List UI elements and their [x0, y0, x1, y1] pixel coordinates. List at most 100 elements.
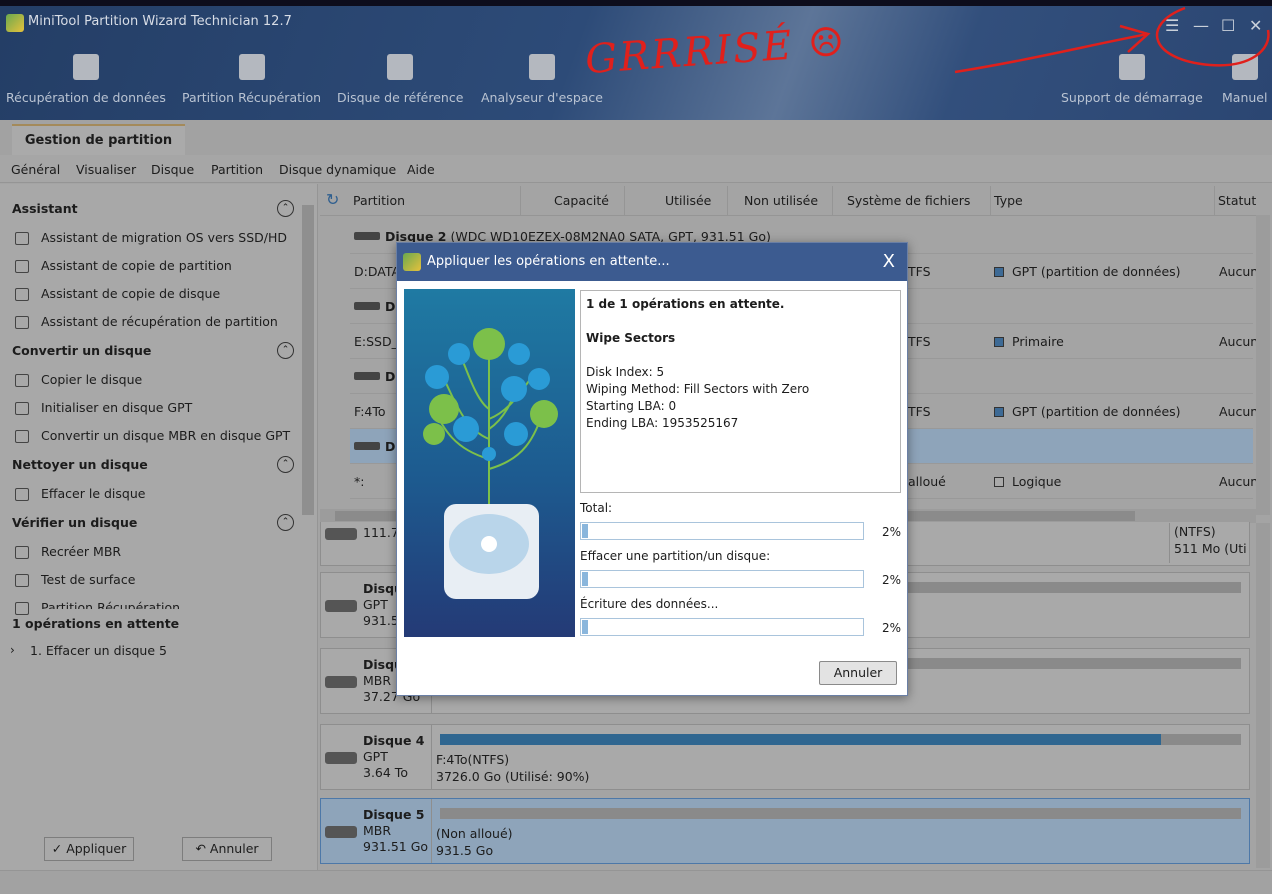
status: Aucun	[1219, 404, 1259, 419]
partition-fs: (NTFS)	[1174, 524, 1216, 539]
status: Aucun	[1219, 264, 1259, 279]
tool-icon	[15, 602, 29, 615]
progress-fill	[582, 572, 588, 586]
disk-size: 3.64 To	[363, 765, 408, 780]
sidebar-scrollbar[interactable]	[301, 195, 315, 600]
partition-size: 3726.0 Go (Utilisé: 90%)	[436, 769, 590, 784]
disk-name: D	[385, 299, 396, 314]
detail-line: Wiping Method: Fill Sectors with Zero	[586, 382, 810, 396]
menu-view[interactable]: Visualiser	[76, 162, 136, 177]
collapse-icon[interactable]: ⌃	[277, 514, 294, 531]
hdd-icon	[325, 676, 357, 688]
column-5[interactable]: Type	[994, 193, 1023, 208]
status: Aucun	[1219, 474, 1259, 489]
sidebar-item-recre-er-mbr[interactable]: Recréer MBR	[41, 544, 121, 559]
collapse-icon[interactable]: ⌃	[277, 456, 294, 473]
check-icon: ✓	[51, 841, 67, 856]
table-vertical-scrollbar[interactable]	[1256, 215, 1270, 515]
partition-block-right[interactable]: (NTFS) 511 Mo (Uti	[1169, 523, 1247, 563]
column-1[interactable]: Capacité	[554, 193, 609, 208]
menu-dynamic-disk[interactable]: Disque dynamique	[279, 162, 396, 177]
progress-label: Total:	[580, 501, 613, 515]
disk-title: D	[385, 439, 395, 454]
section-convertir-un-disque: Convertir un disque	[12, 343, 152, 358]
apply-button[interactable]: ✓ Appliquer	[44, 837, 134, 861]
dialog-title-text: Appliquer les opérations en attente...	[427, 254, 670, 269]
disk-icon	[354, 232, 380, 240]
partition-block[interactable]: F:4To(NTFS) 3726.0 Go (Utilisé: 90%)	[431, 725, 1249, 789]
dialog-cancel-button[interactable]: Annuler	[819, 661, 897, 685]
partition-label: (Non alloué)	[436, 826, 513, 841]
refresh-icon[interactable]: ↻	[326, 190, 339, 209]
menu-disk[interactable]: Disque	[151, 162, 194, 177]
tool-icon	[15, 374, 29, 387]
menu-general[interactable]: Général	[11, 162, 60, 177]
diskmap-scrollbar[interactable]	[1256, 523, 1270, 868]
partition-name: D:DATA	[354, 264, 401, 279]
pending-item[interactable]: 1. Effacer un disque 5	[30, 643, 167, 658]
filesystem: TFS	[908, 334, 931, 349]
sidebar-item-assistant-de-migration-os-vers-ssd-hd[interactable]: Assistant de migration OS vers SSD/HD	[41, 230, 287, 245]
sidebar-item-assistant-de-copie-de-partition[interactable]: Assistant de copie de partition	[41, 258, 232, 273]
menu-help[interactable]: Aide	[407, 162, 435, 177]
column-3[interactable]: Non utilisée	[744, 193, 818, 208]
progress-fill	[582, 524, 588, 538]
menu-partition[interactable]: Partition	[211, 162, 263, 177]
progress-percent: 2%	[882, 525, 902, 539]
column-4[interactable]: Système de fichiers	[847, 193, 970, 208]
tool-icon	[15, 316, 29, 329]
disk-label: Disque 4 GPT 3.64 To	[363, 733, 424, 781]
sidebar-item-assistant-de-re-cupe-ration-de-partition[interactable]: Assistant de récupération de partition	[41, 314, 278, 329]
collapse-icon[interactable]: ⌃	[277, 200, 294, 217]
undo-icon: ↶	[195, 841, 210, 856]
partition-type: Primaire	[994, 334, 1064, 349]
sidebar-item-test-de-surface[interactable]: Test de surface	[41, 572, 135, 587]
disk-title: D	[385, 369, 395, 384]
disk-size: 111.7	[363, 525, 399, 540]
pending-title: 1 opérations en attente	[12, 616, 180, 631]
undo-button[interactable]: ↶ Annuler	[182, 837, 272, 861]
dialog-title: Appliquer les opérations en attente...	[397, 243, 907, 281]
status: Aucun	[1219, 334, 1259, 349]
chevron-right-icon[interactable]: ›	[10, 643, 15, 657]
type-label: GPT (partition de données)	[1012, 404, 1181, 419]
detail-line: Starting LBA: 0	[586, 399, 677, 413]
section-nettoyer-un-disque: Nettoyer un disque	[12, 457, 148, 472]
dialog-close-button[interactable]: X	[883, 243, 895, 281]
column-6[interactable]: Statut	[1218, 193, 1256, 208]
progress-bar	[580, 522, 864, 540]
diskmap-disk[interactable]: Disque 5 MBR 931.51 Go (Non alloué) 931.5 Go	[320, 798, 1250, 864]
collapse-icon[interactable]: ⌃	[277, 342, 294, 359]
sidebar-item-effacer-le-disque[interactable]: Effacer le disque	[41, 486, 145, 501]
sidebar-item-copier-le-disque[interactable]: Copier le disque	[41, 372, 142, 387]
disk-name: D	[385, 369, 396, 384]
progress-label: Écriture des données...	[580, 597, 719, 611]
filesystem: alloué	[908, 474, 946, 489]
usage-bar	[440, 808, 1241, 819]
column-0[interactable]: Partition	[353, 193, 405, 208]
column-divider	[832, 186, 833, 216]
partition-name: *:	[354, 474, 365, 489]
disk-title: D	[385, 299, 395, 314]
partition-block[interactable]: (Non alloué) 931.5 Go	[431, 799, 1249, 863]
tool-icon	[15, 402, 29, 415]
sidebar-item-convertir-un-disque-mbr-en-disque-gpt[interactable]: Convertir un disque MBR en disque GPT	[41, 428, 290, 443]
disk-icon	[354, 372, 380, 380]
hdd-icon	[325, 826, 357, 838]
progress-percent: 2%	[882, 621, 902, 635]
undo-label: Annuler	[209, 841, 259, 856]
tool-icon	[15, 574, 29, 587]
sidebar-item-initialiser-en-disque-gpt[interactable]: Initialiser en disque GPT	[41, 400, 192, 415]
partition-name: F:4To	[354, 404, 386, 419]
column-2[interactable]: Utilisée	[665, 193, 711, 208]
sidebar-item-assistant-de-copie-de-disque[interactable]: Assistant de copie de disque	[41, 286, 220, 301]
disk-tree-illustration	[423, 328, 558, 599]
section-ve-rifier-un-disque: Vérifier un disque	[12, 515, 138, 530]
diskmap-disk[interactable]: Disque 4 GPT 3.64 To F:4To(NTFS) 3726.0 Go (…	[320, 724, 1250, 790]
tool-icon	[15, 232, 29, 245]
tab-partition-management[interactable]: Gestion de partition	[12, 124, 185, 155]
hdd-icon	[325, 600, 357, 612]
type-label: Primaire	[1012, 334, 1064, 349]
tool-icon	[15, 430, 29, 443]
partition-text: F:4To(NTFS) 3726.0 Go (Utilisé: 90%)	[436, 751, 589, 785]
